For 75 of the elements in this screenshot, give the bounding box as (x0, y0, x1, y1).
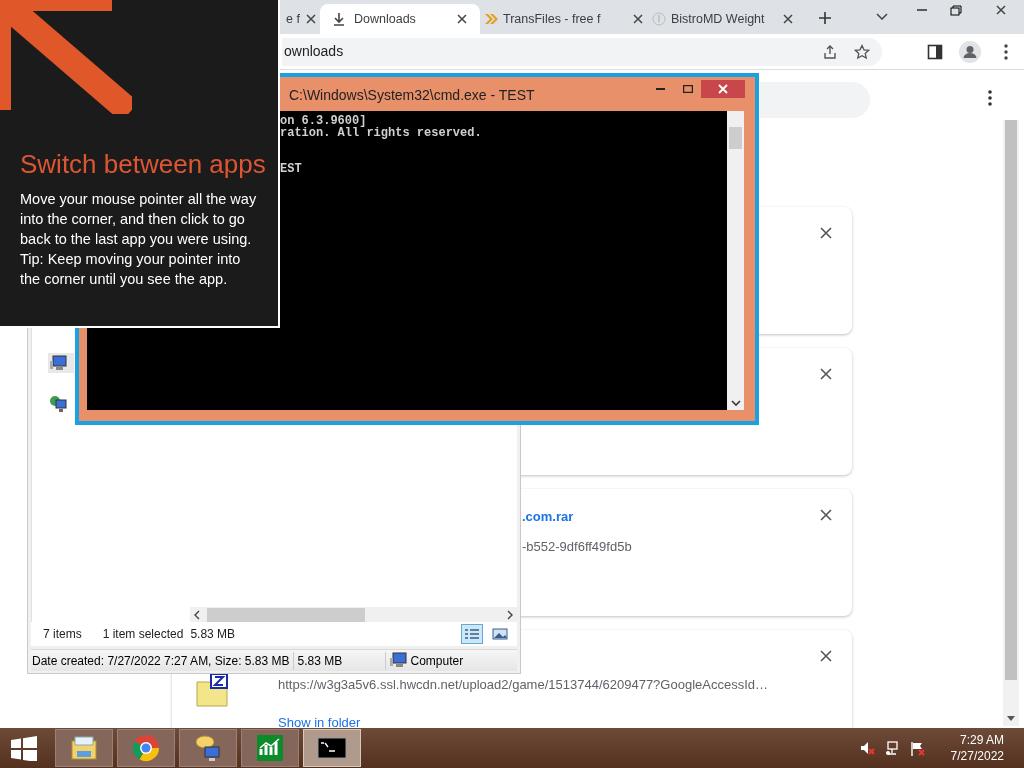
list-icon (464, 628, 480, 640)
browser-tab[interactable]: Downloads (320, 4, 480, 34)
image-icon (492, 628, 508, 640)
details-view-button[interactable] (461, 624, 483, 644)
menu-icon[interactable] (1004, 43, 1008, 60)
side-panel-icon[interactable] (927, 43, 943, 60)
browser-tab[interactable]: e f (282, 4, 320, 34)
browser-tab[interactable]: TransFiles - free f (480, 4, 648, 34)
muted-speaker-icon[interactable] (859, 741, 875, 755)
console-line: on 6.3.9600] (280, 115, 367, 127)
close-icon[interactable] (820, 368, 832, 380)
chevron-down-icon[interactable] (876, 12, 888, 20)
scroll-down-icon[interactable] (1007, 716, 1015, 721)
item-count: 7 items (43, 626, 82, 643)
more-icon[interactable] (988, 90, 992, 106)
search-field[interactable] (760, 82, 870, 118)
scrollbar[interactable] (1003, 120, 1019, 726)
clock[interactable]: 7:29 AM 7/27/2022 (950, 732, 1004, 764)
nav-item[interactable] (48, 353, 74, 373)
close-icon[interactable] (820, 650, 832, 662)
download-icon (332, 12, 346, 26)
console-line: EST (280, 163, 303, 175)
size-text: 5.83 MB (293, 651, 386, 670)
close-icon[interactable] (456, 13, 468, 25)
tip-text: Tip: Keep moving your pointer into the corner until you see the app. (20, 250, 242, 289)
horizontal-scrollbar[interactable] (190, 607, 518, 622)
taskbar-button[interactable] (303, 729, 361, 767)
selection-count: 1 item selected (102, 626, 184, 643)
tip-title: Switch between apps (20, 148, 267, 180)
selection-size: 5.83 MB (190, 626, 236, 643)
profile-icon[interactable] (959, 40, 981, 63)
scrollbar-thumb[interactable] (1005, 120, 1017, 680)
new-tab-icon[interactable] (818, 11, 832, 25)
chevrons-icon (484, 12, 498, 26)
scroll-right-icon[interactable] (507, 609, 514, 620)
scroll-left-icon[interactable] (194, 609, 201, 620)
address-bar[interactable]: ownloads (282, 37, 882, 66)
close-icon[interactable] (820, 509, 832, 521)
browser-tab[interactable]: BistroMD Weight (648, 4, 798, 34)
taskbar-button[interactable] (179, 729, 237, 767)
computer-icon (389, 652, 407, 669)
folder-icon (69, 733, 99, 763)
star-icon[interactable] (854, 43, 870, 60)
console-line: ration. All rights reserved. (280, 127, 483, 139)
share-icon[interactable] (822, 43, 838, 60)
close-icon[interactable] (304, 13, 317, 25)
computer-icon (50, 354, 67, 372)
close-icon[interactable] (995, 4, 1007, 16)
action-center-icon[interactable] (909, 740, 925, 756)
minimize-icon[interactable] (656, 85, 665, 91)
close-icon[interactable] (820, 227, 832, 239)
restore-icon[interactable] (950, 4, 962, 16)
zone-text: Computer (410, 652, 464, 670)
network-status-icon[interactable] (884, 740, 900, 756)
show-in-folder-link[interactable]: Show in folder (278, 712, 768, 732)
close-icon[interactable] (632, 13, 644, 25)
close-icon[interactable] (782, 13, 794, 25)
browser-icon (131, 733, 161, 763)
zip-file-icon (196, 674, 228, 707)
file-name-link[interactable]: .com.rar (522, 507, 632, 527)
scrollbar-thumb[interactable] (729, 127, 742, 149)
details-text: Date created: 7/27/2022 7:27 AM, Size: 5.83 MB (31, 651, 294, 670)
maximize-icon[interactable] (683, 85, 693, 93)
network-icon (50, 394, 67, 412)
source-url: -b552-9df6ff49fd5b (522, 537, 632, 556)
network-icon (193, 733, 223, 763)
chart-icon (255, 733, 285, 763)
windows-start-icon[interactable] (11, 735, 37, 761)
scrollbar-thumb[interactable] (207, 607, 365, 622)
tip-text: Move your mouse pointer all the way into the corner, and then click to go back to the last app you were using. (20, 190, 258, 249)
source-url: https://w3g3a5v6.ssl.hwcdn.net/upload2/game/1513744/6209477?GoogleAccessId… (278, 676, 768, 694)
window-title: C:\Windows\System32\cmd.exe - TEST (289, 86, 535, 105)
close-button[interactable] (701, 80, 745, 98)
scroll-down-icon[interactable] (730, 400, 741, 406)
vertical-scrollbar[interactable] (727, 111, 744, 410)
